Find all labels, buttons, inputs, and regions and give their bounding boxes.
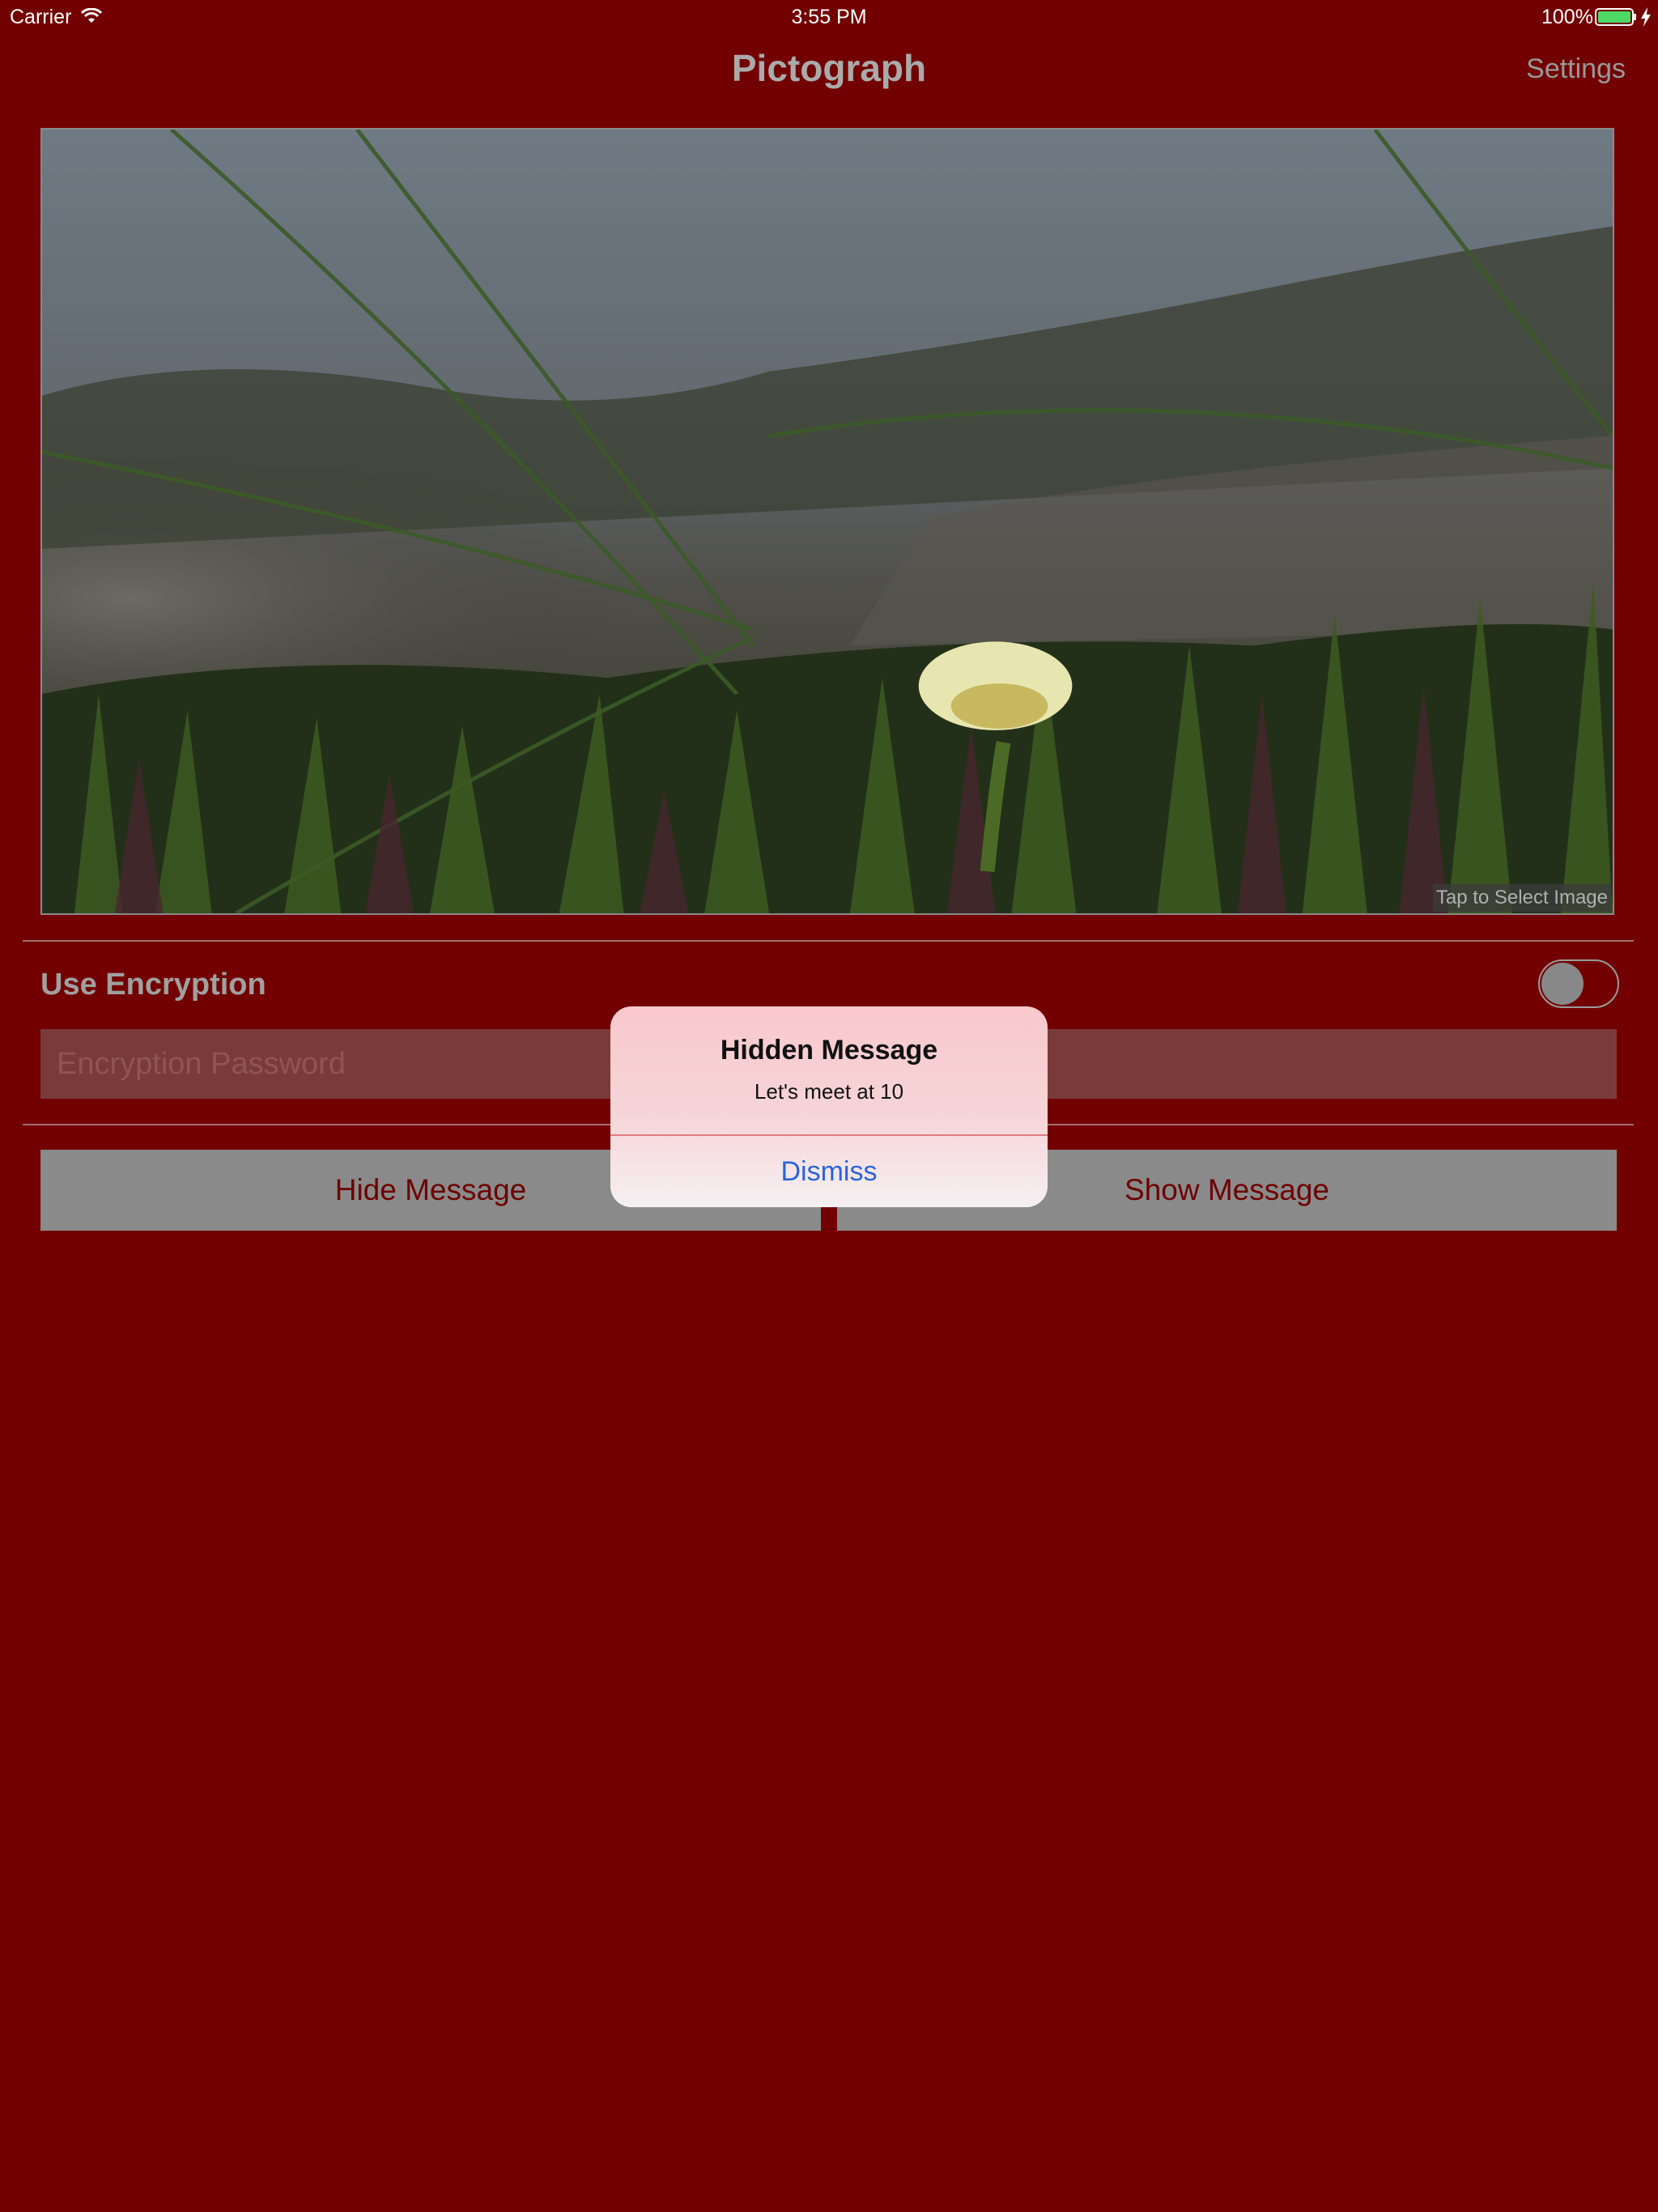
settings-button[interactable]: Settings — [1526, 49, 1626, 89]
tap-to-select-hint: Tap to Select Image — [1432, 884, 1611, 912]
battery-icon — [1595, 8, 1637, 26]
battery-percent: 100% — [1541, 6, 1593, 28]
status-time: 3:55 PM — [791, 6, 867, 28]
dismiss-button[interactable]: Dismiss — [610, 1136, 1048, 1207]
image-picker[interactable]: Tap to Select Image — [40, 128, 1614, 915]
use-encryption-label: Use Encryption — [40, 968, 266, 1002]
charging-bolt-icon — [1640, 7, 1652, 27]
page-title: Pictograph — [731, 47, 927, 89]
hidden-message-alert: Hidden Message Let's meet at 10 Dismiss — [610, 1006, 1048, 1207]
encryption-toggle[interactable] — [1538, 959, 1619, 1008]
selected-photo — [42, 130, 1613, 913]
toggle-knob — [1541, 963, 1584, 1005]
alert-title: Hidden Message — [720, 1035, 938, 1066]
section-divider — [23, 940, 1634, 942]
alert-message: Let's meet at 10 — [754, 1079, 904, 1104]
